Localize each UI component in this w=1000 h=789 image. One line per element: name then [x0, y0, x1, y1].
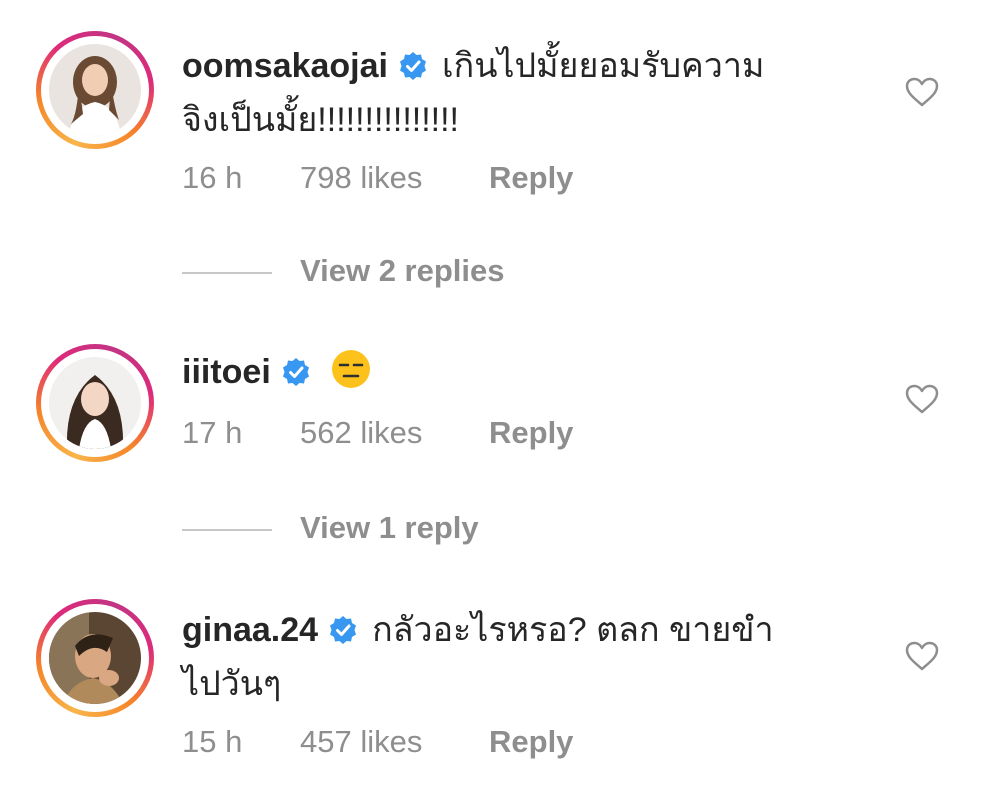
heart-outline-icon[interactable] — [904, 76, 940, 113]
verified-badge-icon — [398, 46, 428, 94]
story-ring[interactable] — [36, 599, 154, 717]
heart-outline-icon[interactable] — [904, 383, 940, 420]
story-ring[interactable] — [36, 344, 154, 462]
comment-text-row: iiitoei — [182, 348, 371, 402]
expressionless-face-emoji — [331, 349, 371, 402]
comment-text-continued: ไปวันๆ — [182, 665, 282, 703]
timestamp: 17 h — [182, 415, 243, 450]
reply-button[interactable]: Reply — [489, 160, 573, 196]
username[interactable]: oomsakaojai — [182, 47, 388, 85]
comment-text: เกินไปมั้ยยอมรับความ — [441, 47, 765, 85]
comment-text-continued: จิงเป็นมั้ย!!!!!!!!!!!!!!! — [182, 101, 459, 139]
reply-button[interactable]: Reply — [489, 415, 573, 451]
likes-count[interactable]: 457 likes — [300, 724, 422, 760]
view-replies-label[interactable]: View 2 replies — [300, 253, 505, 289]
likes-count[interactable]: 798 likes — [300, 160, 422, 196]
view-replies-label[interactable]: View 1 reply — [300, 510, 479, 546]
story-ring[interactable] — [36, 31, 154, 149]
avatar[interactable] — [49, 357, 141, 449]
divider-line — [182, 272, 272, 274]
verified-badge-icon — [281, 352, 311, 400]
comment-text-row: oomsakaojai เกินไปมั้ยยอมรับความ — [182, 42, 764, 94]
heart-outline-icon[interactable] — [904, 640, 940, 677]
comment-text-row: ginaa.24 กลัวอะไรหรอ? ตลก ขายขำ — [182, 606, 774, 658]
username[interactable]: ginaa.24 — [182, 611, 318, 649]
verified-badge-icon — [328, 610, 358, 658]
timestamp: 15 h — [182, 724, 243, 759]
reply-button[interactable]: Reply — [489, 724, 573, 760]
username[interactable]: iiitoei — [182, 353, 271, 391]
timestamp: 16 h — [182, 160, 243, 195]
comment-text: กลัวอะไรหรอ? ตลก ขายขำ — [372, 611, 774, 649]
avatar[interactable] — [49, 44, 141, 136]
avatar[interactable] — [49, 612, 141, 704]
divider-line — [182, 529, 272, 531]
likes-count[interactable]: 562 likes — [300, 415, 422, 451]
